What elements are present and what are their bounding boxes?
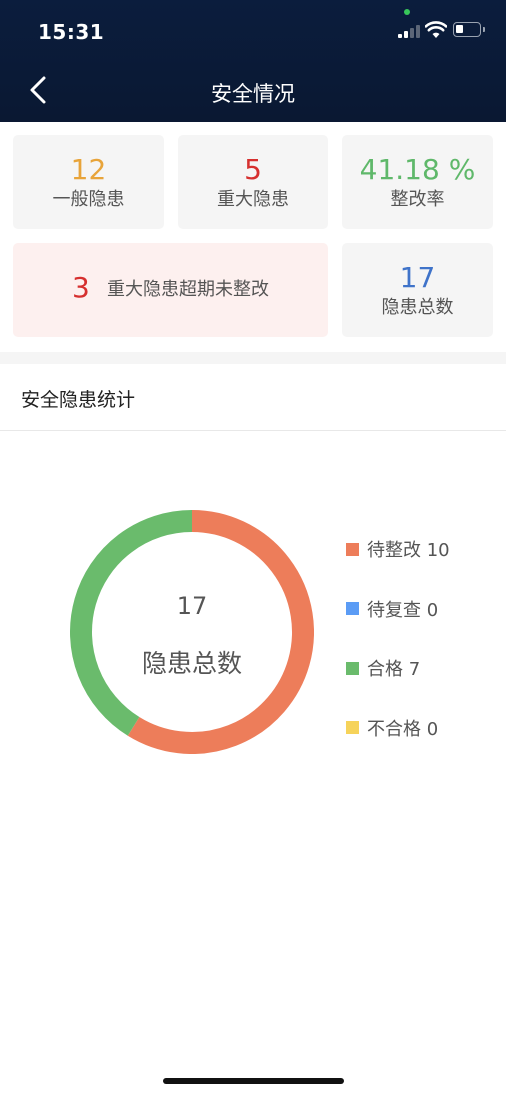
legend-swatch (346, 661, 359, 675)
overdue-label: 重大隐患超期未整改 (106, 279, 269, 300)
stat-card-major[interactable]: 5 重大隐患 (178, 135, 328, 229)
legend-label: 不合格 0 (367, 718, 439, 740)
total-hazard-label: 隐患总数 (381, 297, 454, 318)
stat-card-overdue[interactable]: 3 重大隐患超期未整改 (13, 243, 328, 337)
legend-label: 合格 7 (367, 659, 421, 680)
legend-swatch (346, 602, 359, 615)
chart-legend: 待整改 10 待复查 0 合格 7 不合格 0 (346, 536, 450, 774)
divider (0, 430, 506, 431)
section-title: 安全隐患统计 (21, 389, 136, 411)
battery-icon (453, 22, 485, 37)
page-title: 安全情况 (211, 82, 295, 106)
general-hazard-label: 一般隐患 (52, 189, 125, 210)
donut-slice-0 (127, 510, 314, 754)
status-time: 15:31 (38, 20, 105, 44)
major-hazard-label: 重大隐患 (217, 189, 289, 210)
privacy-indicator-icon (404, 9, 410, 15)
stat-card-total[interactable]: 17 隐患总数 (342, 243, 493, 337)
stat-card-rectify-rate[interactable]: 41.18 % 整改率 (342, 135, 493, 229)
home-indicator (163, 1078, 344, 1084)
cellular-signal-icon (398, 24, 420, 38)
legend-swatch (346, 721, 359, 734)
major-hazard-count: 5 (244, 153, 262, 186)
donut-center-value: 17 (176, 592, 208, 620)
rectify-rate-label: 整改率 (390, 189, 445, 210)
legend-swatch (346, 542, 359, 556)
wifi-icon (425, 21, 447, 38)
total-hazard-count: 17 (399, 261, 436, 294)
legend-item-unqualified[interactable]: 不合格 0 (346, 715, 450, 775)
stat-card-general[interactable]: 12 一般隐患 (13, 135, 164, 229)
overdue-count: 3 (72, 271, 90, 304)
general-hazard-count: 12 (70, 153, 107, 186)
legend-item-recheck[interactable]: 待复查 0 (346, 596, 450, 656)
legend-label: 待整改 10 (367, 540, 450, 561)
donut-center-label: 隐患总数 (141, 649, 242, 678)
section-separator (0, 352, 506, 364)
legend-item-qualified[interactable]: 合格 7 (346, 655, 450, 715)
legend-item-pending[interactable]: 待整改 10 (346, 536, 450, 596)
rectify-rate-value: 41.18 % (359, 153, 476, 186)
legend-label: 待复查 0 (367, 599, 439, 621)
app-header: 15:31 安全情况 (0, 0, 506, 122)
donut-slice-2 (70, 510, 193, 736)
hazard-donut-chart (70, 510, 314, 754)
